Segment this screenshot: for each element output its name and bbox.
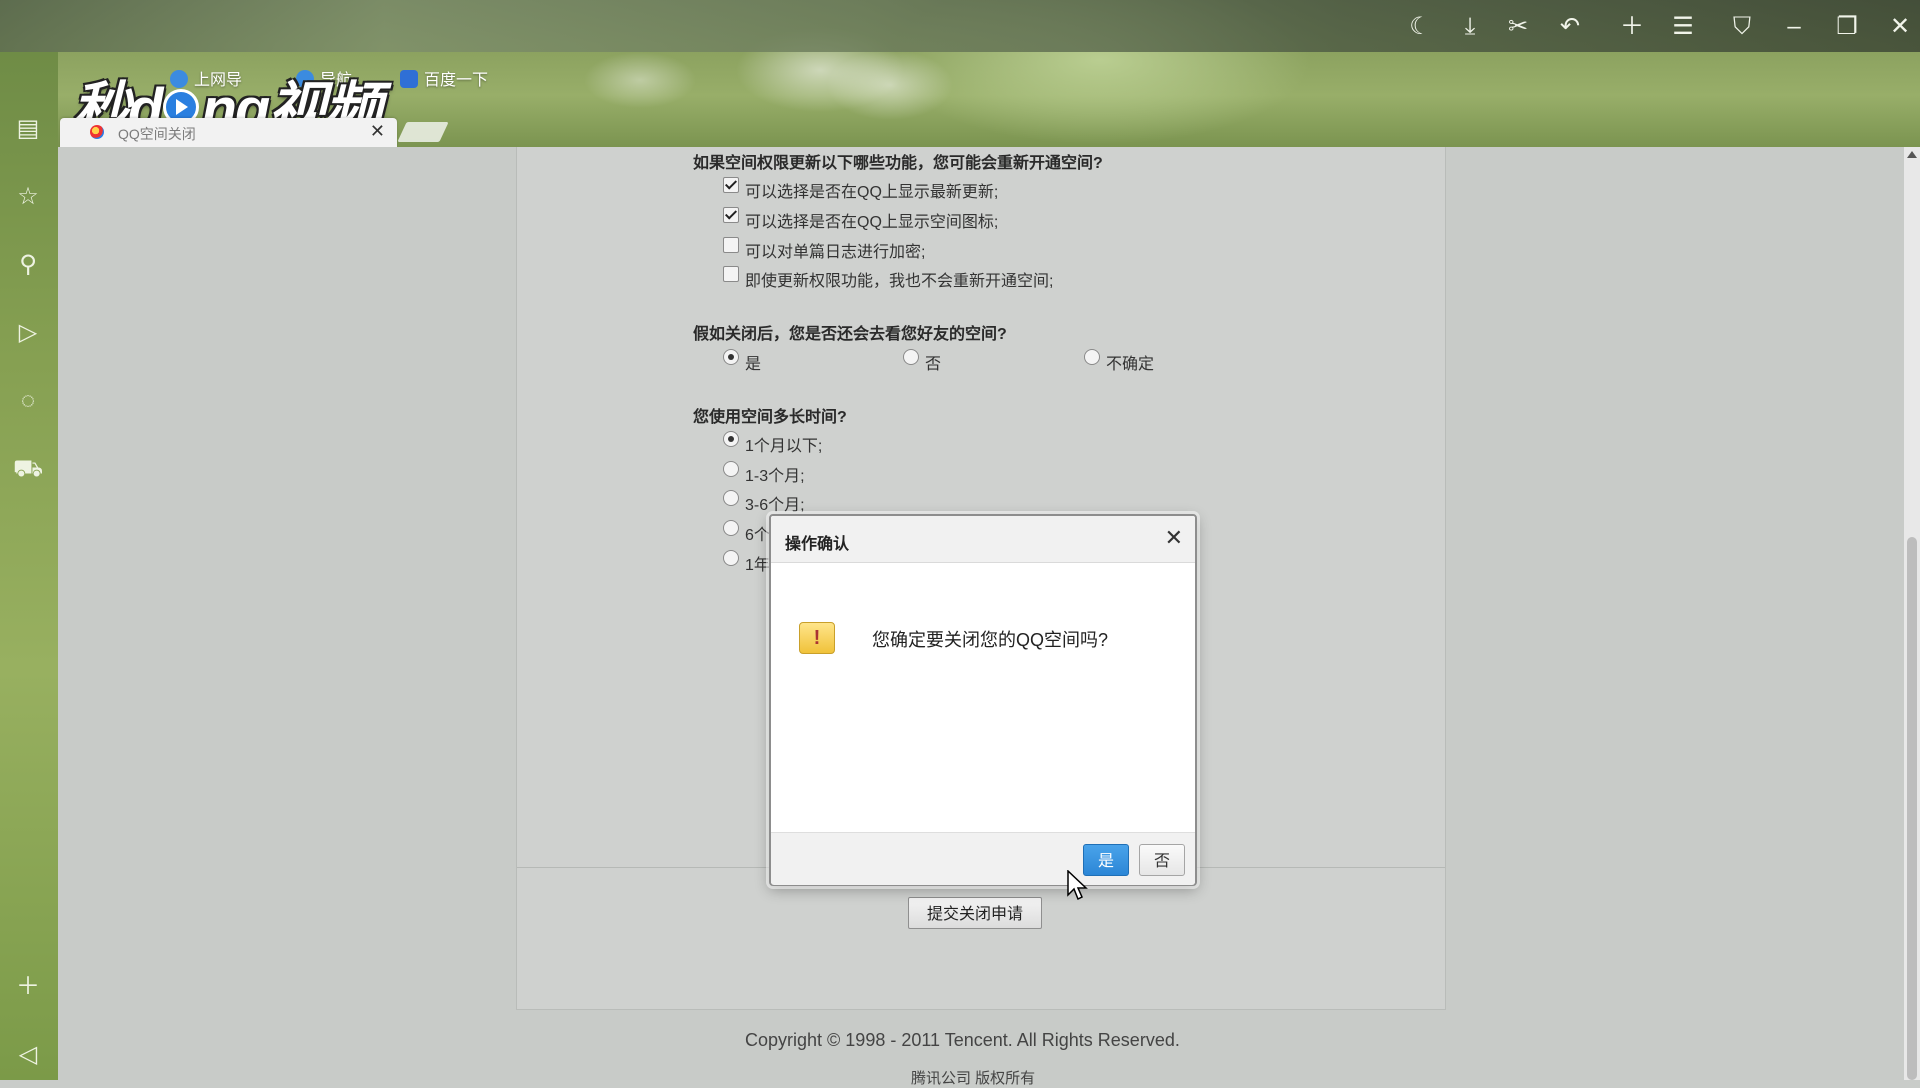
copyright-text: Copyright © 1998 - 2011 Tencent. All Rig…: [745, 1030, 1180, 1050]
news-icon[interactable]: ▤: [13, 114, 43, 144]
option-label: 否: [925, 356, 942, 373]
radio-yes[interactable]: [723, 349, 739, 365]
option-label: 不确定: [1106, 356, 1155, 373]
skin-icon[interactable]: ⛉: [1727, 12, 1757, 42]
question-visit-friends: 假如关闭后，您是否还会去看您好友的空间?: [693, 326, 1007, 343]
radio-duration-2[interactable]: [723, 461, 739, 477]
dialog-close-icon[interactable]: ✕: [1165, 525, 1183, 551]
mouse-cursor-icon: [1067, 870, 1088, 901]
tab-title: QQ空间关闭: [118, 126, 196, 142]
radio-duration-5[interactable]: [723, 550, 739, 566]
search-icon[interactable]: ⚲: [13, 250, 43, 280]
dialog-header: 操作确认 ✕: [771, 516, 1195, 563]
radio-duration-1[interactable]: [723, 431, 739, 447]
dialog-title: 操作确认: [785, 536, 850, 553]
radio-duration-4[interactable]: [723, 520, 739, 536]
warning-icon: !: [799, 622, 835, 654]
checkbox-feature-2[interactable]: [723, 207, 739, 223]
star-icon[interactable]: ☆: [13, 182, 43, 212]
add-icon[interactable]: ＋: [13, 972, 43, 1002]
submit-close-request-button[interactable]: 提交关闭申请: [908, 897, 1042, 929]
chat-icon[interactable]: ◌: [13, 386, 43, 416]
option-label: 1个月以下;: [745, 438, 823, 455]
tab-close-icon[interactable]: ✕: [370, 121, 385, 142]
radio-no[interactable]: [903, 349, 919, 365]
dialog-footer: 是 否: [771, 832, 1195, 885]
option-label: 是: [745, 356, 762, 373]
tab-active[interactable]: QQ空间关闭 ✕: [60, 118, 397, 147]
confirm-dialog: 操作确认 ✕ ! 您确定要关闭您的QQ空间吗? 是 否: [769, 514, 1197, 886]
checkbox-feature-1[interactable]: [723, 177, 739, 193]
collapse-icon[interactable]: ◁: [13, 1040, 43, 1070]
scissors-icon[interactable]: ✂: [1503, 12, 1533, 42]
close-icon[interactable]: ✕: [1885, 12, 1915, 42]
download-icon[interactable]: ⤓: [1455, 12, 1485, 42]
confirm-no-button[interactable]: 否: [1139, 844, 1185, 876]
option-label: 3-6个月;: [745, 497, 805, 514]
option-label: 6个: [745, 527, 770, 544]
plus-icon[interactable]: ＋: [1617, 12, 1647, 42]
confirm-yes-button[interactable]: 是: [1083, 844, 1129, 876]
radio-duration-3[interactable]: [723, 490, 739, 506]
question-usage-duration: 您使用空间多长时间?: [693, 409, 847, 426]
restore-icon[interactable]: ❐: [1832, 12, 1862, 42]
option-label: 1-3个月;: [745, 468, 805, 485]
bookmark-item[interactable]: 百度一下: [400, 66, 488, 90]
option-label: 可以选择是否在QQ上显示最新更新;: [745, 184, 999, 201]
checkbox-feature-3[interactable]: [723, 237, 739, 253]
minimize-icon[interactable]: –: [1779, 12, 1809, 42]
option-label: 可以选择是否在QQ上显示空间图标;: [745, 214, 999, 231]
dialog-message: 您确定要关闭您的QQ空间吗?: [872, 630, 1109, 650]
checkbox-feature-4[interactable]: [723, 266, 739, 282]
radio-unsure[interactable]: [1084, 349, 1100, 365]
browser-topbar: ☾ ⤓ ✂ ↶ ＋ ☰ ⛉ – ❐ ✕ 上网导 导航 百度一下 秒d ng视频 Q…: [0, 0, 1920, 147]
undo-icon[interactable]: ↶: [1555, 12, 1585, 42]
baidu-paw-icon: [400, 70, 418, 88]
vertical-scrollbar[interactable]: [1904, 147, 1920, 1080]
left-sidebar: ▤ ☆ ⚲ ▷ ◌ ⛟ ＋ ◁: [0, 52, 58, 1080]
option-label: 即使更新权限功能，我也不会重新开通空间;: [745, 273, 1054, 290]
qq-favicon-icon: [90, 125, 104, 139]
option-label: 可以对单篇日志进行加密;: [745, 244, 926, 261]
option-label: 1年: [745, 557, 770, 574]
company-text: 腾讯公司 版权所有: [911, 1070, 1036, 1087]
cart-icon[interactable]: ⛟: [13, 454, 43, 484]
scroll-up-icon[interactable]: [1907, 151, 1917, 158]
menu-icon[interactable]: ☰: [1668, 12, 1698, 42]
video-icon[interactable]: ▷: [13, 318, 43, 348]
moon-icon[interactable]: ☾: [1405, 12, 1435, 42]
new-tab-button[interactable]: [397, 122, 449, 142]
question-features: 如果空间权限更新以下哪些功能，您可能会重新开通空间?: [693, 155, 1103, 172]
scroll-thumb[interactable]: [1907, 537, 1917, 1080]
